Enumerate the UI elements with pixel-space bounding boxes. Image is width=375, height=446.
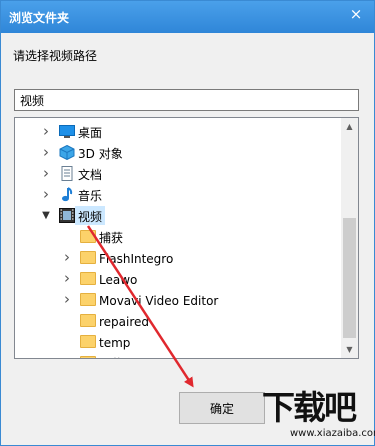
close-button[interactable]: ×	[346, 4, 366, 24]
expand-chevron-right-icon[interactable]: ›	[39, 142, 53, 163]
expand-chevron-right-icon[interactable]: ›	[60, 268, 74, 289]
scrollbar-thumb[interactable]	[343, 218, 356, 338]
vertical-scrollbar[interactable]: ▲ ▼	[341, 118, 358, 358]
expand-chevron-right-icon[interactable]: ›	[39, 121, 53, 142]
watermark-url: www.xiazaiba.com	[290, 428, 375, 439]
tree-item-label-box: 下载吧	[96, 353, 138, 358]
tree-item[interactable]: › Leawo	[15, 268, 341, 289]
tree-item[interactable]: temp	[15, 331, 341, 352]
expand-chevron-right-icon[interactable]: ›	[60, 289, 74, 310]
dialog-title: 浏览文件夹	[9, 11, 70, 25]
ok-button[interactable]: 确定	[179, 392, 265, 424]
title-bar[interactable]: 浏览文件夹 ×	[1, 1, 374, 33]
scroll-up-icon[interactable]: ▲	[341, 118, 358, 135]
tree-item-label: 捕获	[99, 231, 124, 245]
desktop-icon	[59, 124, 75, 139]
tree-item-label: 文档	[78, 168, 103, 182]
tree-item-label-box: temp	[96, 332, 133, 351]
tree-item-label-box: Movavi Video Editor	[96, 290, 221, 309]
tree-item-label-box: 音乐	[75, 185, 105, 204]
folder-icon	[80, 272, 96, 285]
tree-item[interactable]: 下载吧	[15, 352, 341, 358]
tree-item[interactable]: › 文档	[15, 163, 341, 184]
folder-icon	[80, 314, 96, 327]
3d-objects-icon	[59, 144, 75, 161]
tree-item-label-box: Leawo	[96, 269, 140, 288]
tree-item-label: FlashIntegro	[99, 252, 174, 266]
folder-icon	[80, 230, 96, 243]
tree-item-label: 音乐	[78, 189, 103, 203]
tree-item-label: repaired	[99, 315, 150, 329]
expand-chevron-down-icon[interactable]: ▼	[39, 205, 53, 226]
tree-item-label: Leawo	[99, 273, 138, 287]
tree-item-label-box: FlashIntegro	[96, 248, 176, 267]
document-icon	[59, 166, 75, 181]
folder-icon	[80, 251, 96, 264]
folder-icon	[80, 293, 96, 306]
tree-item-label-box: 视频	[75, 206, 106, 225]
scroll-down-icon[interactable]: ▼	[341, 341, 358, 358]
expand-chevron-right-icon[interactable]: ›	[39, 163, 53, 184]
video-icon	[59, 208, 75, 223]
tree-item-label-box: repaired	[96, 311, 152, 330]
tree-item-label: 3D 对象	[78, 147, 123, 161]
tree-item-label-box: 桌面	[75, 122, 105, 141]
tree-item[interactable]: ▼ 视频	[15, 205, 341, 226]
expand-chevron-right-icon[interactable]: ›	[39, 184, 53, 205]
tree-item-label-box: 文档	[75, 164, 105, 183]
tree-item[interactable]: 捕获	[15, 226, 341, 247]
tree-item-label: 下载吧	[99, 357, 135, 358]
tree-item[interactable]: › Movavi Video Editor	[15, 289, 341, 310]
tree-item-label-box: 捕获	[96, 227, 126, 246]
tree-item[interactable]: › 桌面	[15, 121, 341, 142]
tree-item[interactable]: repaired	[15, 310, 341, 331]
tree-item[interactable]: › 3D 对象	[15, 142, 341, 163]
watermark-logo-text: 下载吧	[262, 388, 357, 427]
tree-item-label: Movavi Video Editor	[99, 294, 219, 308]
tree-item-label-box: 3D 对象	[75, 143, 126, 162]
tree-item-label: temp	[99, 336, 131, 350]
expand-chevron-right-icon[interactable]: ›	[60, 247, 74, 268]
tree-item[interactable]: › FlashIntegro	[15, 247, 341, 268]
tree-item-label: 桌面	[78, 126, 103, 140]
folder-icon	[80, 356, 96, 358]
tree-item-label: 视频	[78, 210, 103, 224]
music-icon	[59, 187, 75, 202]
folder-tree: › 桌面 › 3D 对象 › 文档 › 音乐 ▼ 视频 捕获 › FlashIntegro › Leawo ›…	[14, 117, 359, 359]
browse-folder-dialog: 浏览文件夹 × 请选择视频路径 › 桌面 › 3D 对象 › 文档 › 音乐 ▼ 视频捕获 › Fla…	[0, 0, 375, 446]
folder-icon	[80, 335, 96, 348]
folder-path-input[interactable]	[14, 89, 359, 111]
site-watermark: 下载吧 www.xiazaiba.com	[262, 388, 375, 444]
instruction-text: 请选择视频路径	[13, 49, 98, 63]
tree-item[interactable]: › 音乐	[15, 184, 341, 205]
